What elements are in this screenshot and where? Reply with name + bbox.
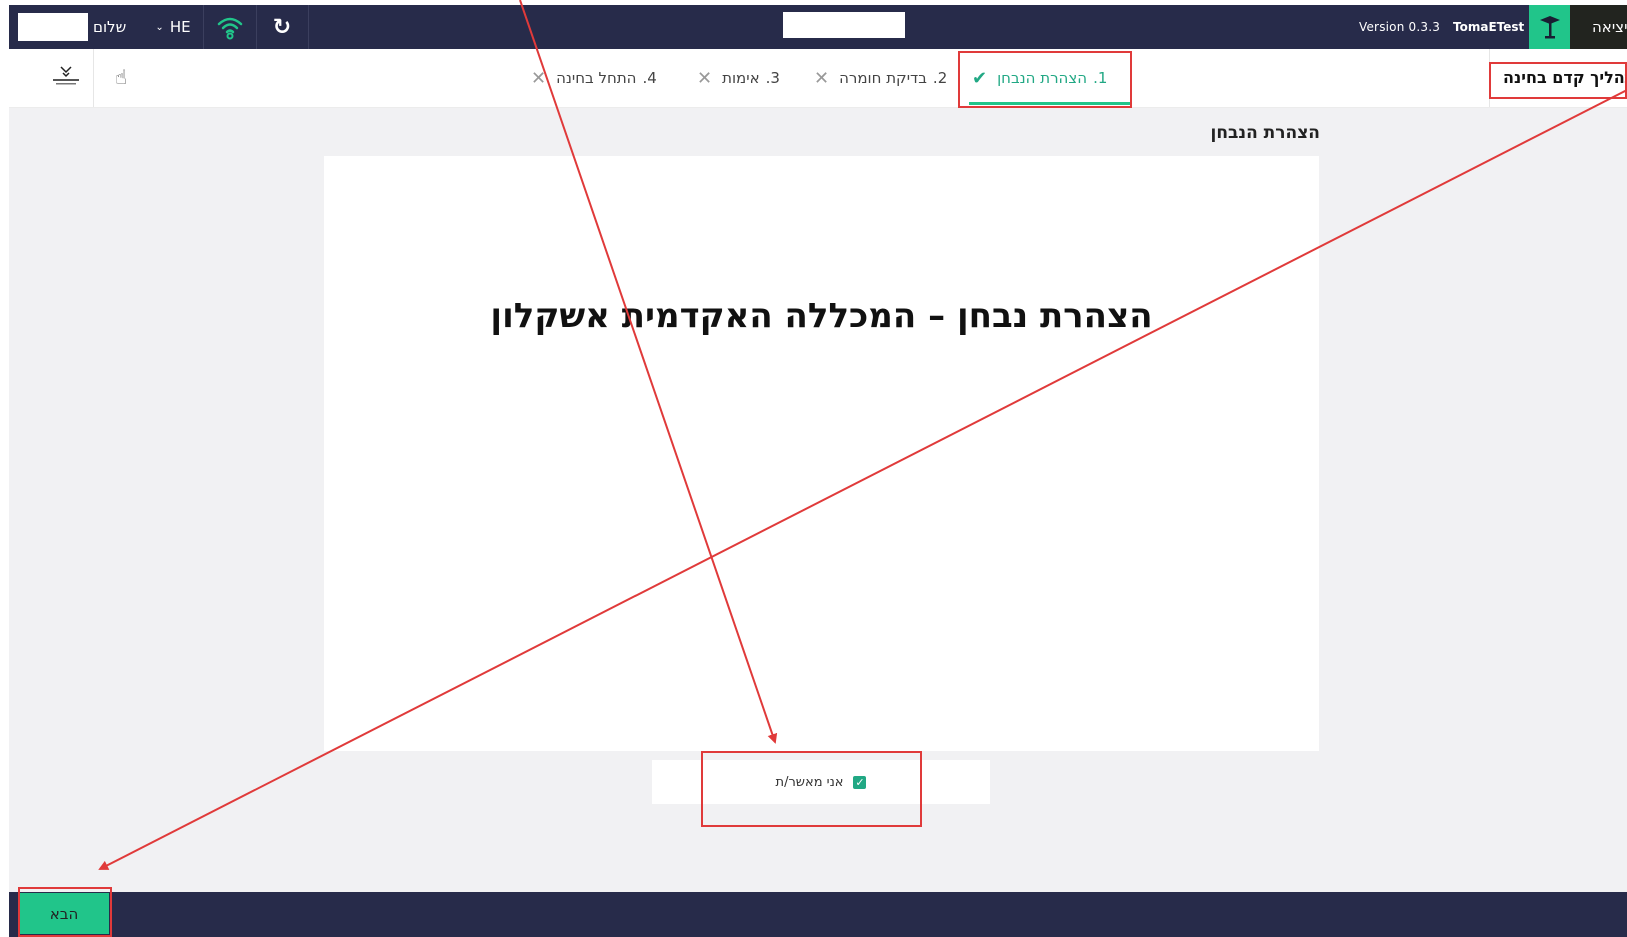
user-label: TomaETest [1453,20,1525,34]
step-start-exam[interactable]: 4. התחל בחינה ✕ [531,49,657,107]
section-title: הצהרת הנבחן [1210,123,1321,143]
step-number: 3. [765,69,780,87]
steps-bar: ☝ 4. התחל בחינה ✕ 3. אימות ✕ 2. בדיקת חו… [9,49,1627,108]
checkbox-checked-icon[interactable]: ✓ [853,775,867,789]
declaration-card: הצהרת נבחן – המכללה האקדמית אשקלון [324,156,1319,751]
step-label: אימות [722,69,760,87]
language-selector[interactable]: ⌄ HE [143,5,204,49]
step-number: 4. [642,69,657,87]
app-logo [1529,5,1570,49]
wifi-icon [217,17,243,40]
step-label: בדיקת חומרה [839,69,927,87]
x-icon: ✕ [531,67,547,89]
approve-checkbox-row[interactable]: ✓ אני מאשר/ת [652,760,990,804]
user-name-field [18,13,88,41]
approve-label: אני מאשר/ת [775,774,844,790]
exit-button[interactable]: יציאה [1570,5,1627,49]
step-label: הצהרת הנבחן [997,69,1088,87]
next-button[interactable]: הבא [19,893,109,934]
step-label: התחל בחינה [556,69,637,87]
process-title: תהליך קדם בחינה [1503,68,1627,87]
center-field [783,12,905,38]
refresh-icon: ↻ [272,14,292,40]
language-label: HE [169,18,191,36]
wifi-status[interactable] [204,5,257,49]
university-logo-icon [53,66,79,85]
declaration-heading: הצהרת נבחן – המכללה האקדמית אשקלון [490,296,1153,336]
greeting-label: שלום [93,18,127,36]
graduation-logo-icon [1539,16,1560,39]
x-icon: ✕ [697,67,713,89]
chevron-down-icon: ⌄ [155,21,164,33]
divider [1489,49,1490,107]
hand-pointer-icon[interactable]: ☝ [115,65,127,89]
step-examinee-declaration[interactable]: 1. הצהרת הנבחן ✔ [972,49,1107,107]
active-step-indicator [969,102,1130,105]
top-bar: שלום ⌄ HE ↻ Version 0.3.3 TomaETest יציא… [9,5,1627,49]
step-hardware-check[interactable]: 2. בדיקת חומרה ✕ [814,49,947,107]
bottom-bar: הבא [9,892,1627,937]
step-number: 1. [1093,69,1108,87]
frame-left [0,0,9,937]
divider [93,49,94,107]
refresh-button[interactable]: ↻ [256,5,309,49]
check-icon: ✔ [972,67,988,89]
x-icon: ✕ [814,67,830,89]
version-label: Version 0.3.3 [1359,20,1441,34]
step-number: 2. [932,69,948,87]
step-verification[interactable]: 3. אימות ✕ [697,49,780,107]
